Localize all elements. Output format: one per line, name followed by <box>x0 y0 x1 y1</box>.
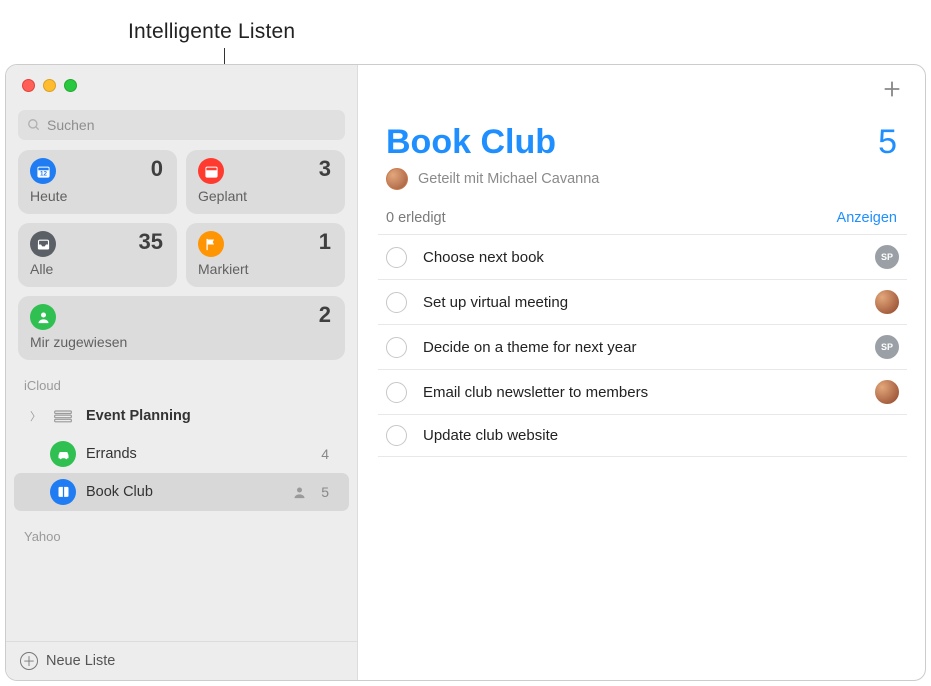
main-panel: Book Club 5 Geteilt mit Michael Cavanna … <box>358 65 925 680</box>
new-list-label: Neue Liste <box>46 653 115 669</box>
zoom-window-button[interactable] <box>64 79 77 92</box>
smart-count: 1 <box>319 229 331 255</box>
plus-icon <box>881 78 903 100</box>
task-list: Choose next book SP Set up virtual meeting… <box>358 234 925 457</box>
calendar-today-icon: 12 <box>30 158 56 184</box>
toolbar <box>358 65 925 113</box>
smart-label: Geplant <box>198 188 333 204</box>
window-controls <box>6 65 357 98</box>
shared-icon <box>292 485 307 500</box>
annotation-label: Intelligente Listen <box>128 20 295 44</box>
car-icon <box>50 441 76 467</box>
search-icon <box>27 118 41 132</box>
plus-circle-icon: ＋ <box>20 652 38 670</box>
smart-card-markiert[interactable]: 1 Markiert <box>186 223 345 287</box>
task-row[interactable]: Choose next book SP <box>378 234 907 279</box>
app-window: Suchen 12 0 Heute 3 Geplant 35 Alle 1 Markiert 2 M… <box>5 64 926 681</box>
avatar <box>386 168 408 190</box>
assignee-badge: SP <box>875 335 899 359</box>
assignee-avatar <box>875 290 899 314</box>
smart-label: Alle <box>30 261 165 277</box>
list-name: Event Planning <box>86 408 329 424</box>
task-title: Email club newsletter to members <box>423 384 859 401</box>
smart-label: Heute <box>30 188 165 204</box>
smart-card-geplant[interactable]: 3 Geplant <box>186 150 345 214</box>
person-icon <box>30 304 56 330</box>
book-icon <box>50 479 76 505</box>
sidebar-list-book-club[interactable]: Book Club 5 <box>14 473 349 511</box>
add-reminder-button[interactable] <box>881 78 903 100</box>
smart-card-heute[interactable]: 12 0 Heute <box>18 150 177 214</box>
list-count: 5 <box>321 484 329 500</box>
title-row: Book Club 5 <box>358 113 925 162</box>
smart-label: Markiert <box>198 261 333 277</box>
flag-icon <box>198 231 224 257</box>
shared-with-text: Geteilt mit Michael Cavanna <box>418 171 599 187</box>
smart-label: Mir zugewiesen <box>30 334 333 350</box>
list-name: Book Club <box>86 484 282 500</box>
smart-lists-grid: 12 0 Heute 3 Geplant 35 Alle 1 Markiert 2 Mir zuge… <box>6 150 357 360</box>
smart-count: 2 <box>319 302 331 328</box>
smart-card-alle[interactable]: 35 Alle <box>18 223 177 287</box>
smart-count: 0 <box>151 156 163 182</box>
smart-card-mir-zugewiesen[interactable]: 2 Mir zugewiesen <box>18 296 345 360</box>
task-row[interactable]: Decide on a theme for next year SP <box>378 324 907 369</box>
group-icon <box>50 403 76 429</box>
complete-toggle[interactable] <box>386 337 407 358</box>
completed-count: 0 erledigt <box>386 210 446 226</box>
complete-toggle[interactable] <box>386 247 407 268</box>
task-row[interactable]: Set up virtual meeting <box>378 279 907 324</box>
account-header-icloud[interactable]: iCloud <box>6 360 357 397</box>
search-input[interactable]: Suchen <box>18 110 345 140</box>
task-row[interactable]: Email club newsletter to members <box>378 369 907 414</box>
tray-icon <box>30 231 56 257</box>
shared-row[interactable]: Geteilt mit Michael Cavanna <box>358 162 925 204</box>
list-count: 4 <box>321 446 329 462</box>
sidebar-list-errands[interactable]: Errands 4 <box>14 435 349 473</box>
complete-toggle[interactable] <box>386 382 407 403</box>
task-row[interactable]: Update club website <box>378 414 907 457</box>
account-header-yahoo[interactable]: Yahoo <box>6 511 357 548</box>
list-name: Errands <box>86 446 311 462</box>
chevron-right-icon: 〉 <box>30 408 40 424</box>
task-title: Choose next book <box>423 249 859 266</box>
calendar-icon <box>198 158 224 184</box>
show-completed-button[interactable]: Anzeigen <box>837 210 897 226</box>
sidebar: Suchen 12 0 Heute 3 Geplant 35 Alle 1 Markiert 2 M… <box>6 65 358 680</box>
smart-count: 3 <box>319 156 331 182</box>
list-title: Book Club <box>386 123 556 162</box>
complete-toggle[interactable] <box>386 425 407 446</box>
minimize-window-button[interactable] <box>43 79 56 92</box>
assignee-avatar <box>875 380 899 404</box>
assignee-badge: SP <box>875 245 899 269</box>
smart-count: 35 <box>139 229 163 255</box>
complete-toggle[interactable] <box>386 292 407 313</box>
task-title: Set up virtual meeting <box>423 294 859 311</box>
status-row: 0 erledigt Anzeigen <box>358 204 925 234</box>
search-placeholder: Suchen <box>47 117 94 133</box>
svg-text:12: 12 <box>40 170 47 177</box>
new-list-button[interactable]: ＋ Neue Liste <box>6 641 357 680</box>
task-title: Update club website <box>423 427 899 444</box>
close-window-button[interactable] <box>22 79 35 92</box>
list-count: 5 <box>878 123 897 162</box>
task-title: Decide on a theme for next year <box>423 339 859 356</box>
sidebar-list-event-planning[interactable]: 〉 Event Planning <box>14 397 349 435</box>
